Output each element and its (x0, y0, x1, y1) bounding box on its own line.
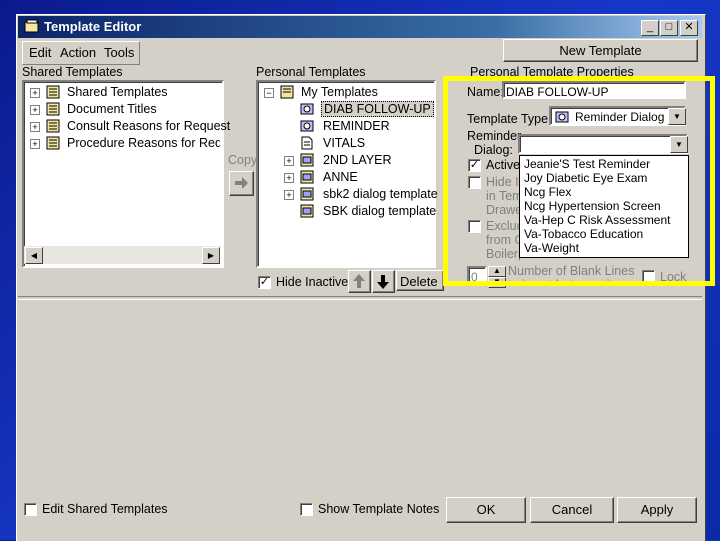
delete-button[interactable]: Delete (396, 270, 444, 291)
tree-item[interactable]: REMINDER (258, 118, 430, 135)
apply-button[interactable]: Apply (617, 497, 697, 523)
move-down-button[interactable] (372, 270, 395, 293)
scroll-left-icon[interactable]: ◀ (25, 247, 43, 264)
tree-item[interactable]: SBK dialog template (258, 203, 436, 220)
personal-templates-header: Personal Templates (256, 65, 366, 79)
new-template-button[interactable]: New Template (503, 39, 698, 62)
close-button[interactable]: ✕ (680, 20, 698, 36)
shared-templates-tree[interactable]: + Shared Templates + Document Titles + C… (22, 80, 230, 268)
template-editor-app-icon (24, 19, 40, 34)
template-folder-icon (46, 136, 60, 150)
template-folder-icon (46, 102, 60, 116)
edit-shared-checkbox[interactable] (24, 503, 37, 516)
tree-item-label: Consult Reasons for Request (67, 119, 231, 133)
reminder-dialog-icon (300, 120, 314, 132)
maximize-button[interactable]: □ (660, 20, 678, 36)
group-template-icon (300, 204, 314, 218)
shared-templates-header: Shared Templates (22, 65, 123, 79)
tree-item-label: SBK dialog template (323, 204, 437, 218)
minimize-button[interactable]: _ (641, 20, 659, 36)
cancel-button[interactable]: Cancel (530, 497, 614, 523)
tree-item[interactable]: + 2ND LAYER (258, 152, 430, 169)
window-title: Template Editor (44, 19, 142, 34)
template-folder-icon (280, 85, 294, 99)
delete-label: Delete (400, 274, 438, 289)
tree-root[interactable]: − My Templates (258, 84, 430, 101)
horizontal-scrollbar[interactable]: ◀ ▶ (24, 246, 220, 264)
tree-root-label: My Templates (301, 85, 378, 99)
move-up-button[interactable] (348, 270, 371, 293)
expand-icon[interactable]: + (284, 156, 294, 166)
show-notes-checkbox[interactable] (300, 503, 313, 516)
tree-item-label: Procedure Reasons for Reque (67, 136, 220, 150)
tree-item[interactable]: + sbk2 dialog template (258, 186, 438, 203)
collapse-icon[interactable]: − (264, 88, 274, 98)
group-template-icon (300, 187, 314, 201)
expand-icon[interactable]: + (30, 105, 40, 115)
personal-templates-tree[interactable]: − My Templates DIAB FOLLOW-UP REMINDER V… (256, 80, 438, 268)
tree-item-label: VITALS (323, 136, 366, 150)
expand-icon[interactable]: + (284, 173, 294, 183)
tree-item-label: Document Titles (67, 102, 157, 116)
hide-inactive-checkbox[interactable]: ✓ (258, 276, 271, 289)
tree-item[interactable]: + ANNE (258, 169, 430, 186)
menu-tools[interactable]: Tools (104, 45, 134, 60)
notes-divider (18, 296, 702, 300)
scroll-right-icon[interactable]: ▶ (202, 247, 220, 264)
group-template-icon (300, 170, 314, 184)
show-notes-label: Show Template Notes (318, 502, 440, 516)
tree-item-selected[interactable]: DIAB FOLLOW-UP (258, 101, 434, 118)
tree-item-label: 2ND LAYER (323, 153, 392, 167)
document-icon (301, 136, 313, 150)
tree-item-label: Shared Templates (67, 85, 168, 99)
tree-item-label: sbk2 dialog template (323, 187, 438, 201)
tree-item[interactable]: VITALS (258, 135, 430, 152)
menu-action[interactable]: Action (60, 45, 96, 60)
template-folder-icon (46, 119, 60, 133)
tree-item-label: DIAB FOLLOW-UP (321, 101, 434, 117)
tree-item[interactable]: + Shared Templates (24, 84, 220, 101)
tree-item-label: ANNE (323, 170, 358, 184)
copy-button[interactable] (229, 171, 254, 196)
copy-label: Copy (228, 153, 258, 167)
expand-icon[interactable]: + (30, 88, 40, 98)
arrow-right-icon (235, 177, 248, 189)
tree-item[interactable]: + Consult Reasons for Request (24, 118, 230, 135)
arrow-down-icon (377, 275, 389, 289)
expand-icon[interactable]: + (30, 139, 40, 149)
edit-shared-label: Edit Shared Templates (42, 502, 168, 516)
ok-button[interactable]: OK (446, 497, 526, 523)
template-folder-icon (46, 85, 60, 99)
tree-item[interactable]: + Procedure Reasons for Reque (24, 135, 220, 152)
menu-edit[interactable]: Edit (29, 45, 51, 60)
reminder-dialog-icon (300, 103, 314, 115)
tree-item-label: REMINDER (323, 119, 390, 133)
expand-icon[interactable]: + (30, 122, 40, 132)
arrow-up-icon (353, 274, 365, 288)
tree-item[interactable]: + Document Titles (24, 101, 220, 118)
hide-inactive-label: Hide Inactive (276, 275, 349, 289)
expand-icon[interactable]: + (284, 190, 294, 200)
highlight-box (443, 76, 715, 286)
group-template-icon (300, 153, 314, 167)
